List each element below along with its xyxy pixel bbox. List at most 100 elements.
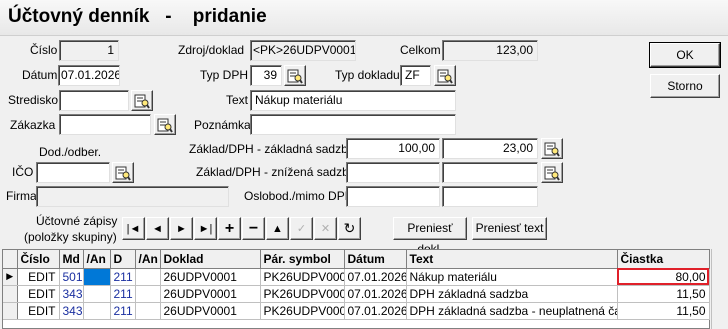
cell-d[interactable]: 211 <box>110 268 136 286</box>
cell-par-symbol[interactable]: PK26UDPV0001 <box>260 285 345 303</box>
col-header-an2[interactable]: /An <box>135 250 161 269</box>
nav-first-button[interactable]: |◄ <box>122 217 145 240</box>
typ-dph-field[interactable]: 39 <box>250 65 282 86</box>
preniest-dokl-button[interactable]: Preniesť dokl. <box>393 217 467 256</box>
cell-datum[interactable]: 07.01.2026 <box>344 268 407 286</box>
ico-field[interactable] <box>36 162 110 183</box>
col-header-datum[interactable]: Dátum <box>344 250 407 269</box>
col-header-md[interactable]: Md <box>59 250 84 269</box>
cell-text[interactable]: DPH základná sadzba <box>406 285 618 303</box>
nav-up-button[interactable]: ▲ <box>266 217 289 240</box>
zaklad-znizena-label: Základ/DPH - znížená sadzba <box>196 165 356 179</box>
text-label: Text <box>226 93 249 107</box>
cislo-label: Číslo <box>30 43 58 57</box>
zaklad-zakladna-field[interactable]: 100,00 <box>346 138 440 159</box>
nav-last-button[interactable]: ►| <box>194 217 217 240</box>
text-field[interactable]: Nákup materiálu <box>250 90 456 111</box>
cell-an2[interactable] <box>135 302 161 320</box>
cell-doklad[interactable]: 26UDPV0001 <box>160 268 261 286</box>
cislo-field: 1 <box>59 40 119 61</box>
col-header-ciastka[interactable]: Čiastka <box>617 250 710 269</box>
col-header-cislo[interactable]: Číslo <box>17 250 60 269</box>
cell-ciastka[interactable]: 11,50 <box>617 285 710 303</box>
col-header-an1[interactable]: /An <box>83 250 111 269</box>
col-header-doklad[interactable]: Doklad <box>160 250 261 269</box>
celkom-label: Celkom <box>400 43 441 57</box>
cell-cislo[interactable]: EDIT <box>17 268 60 286</box>
table-row[interactable]: ▶ EDIT 501 211 26UDPV0001 PK26UDPV0001 0… <box>3 268 710 286</box>
dph-znizena-lookup-button[interactable] <box>541 162 563 183</box>
nav-prev-button[interactable]: ◄ <box>146 217 169 240</box>
poznamka-field[interactable] <box>250 114 456 135</box>
cell-doklad[interactable]: 26UDPV0001 <box>160 302 261 320</box>
table-row[interactable]: EDIT 343 211 26UDPV0001 PK26UDPV0001 07.… <box>3 285 710 303</box>
grid-header: Číslo Md /An D /An Doklad Pár. symbol Dá… <box>3 250 710 269</box>
zakazka-field[interactable] <box>59 114 151 135</box>
section-title: Účtovné zápisy <box>36 214 118 228</box>
preniest-text-button[interactable]: Preniesť text <box>472 217 547 240</box>
oslobod-field[interactable] <box>346 186 440 207</box>
cell-an1[interactable] <box>83 285 111 303</box>
stredisko-field[interactable] <box>59 90 129 111</box>
lookup-icon <box>287 69 303 84</box>
lookup-icon <box>134 94 150 109</box>
zakazka-lookup-button[interactable] <box>154 114 176 135</box>
cell-text[interactable]: DPH základná sadzba - neuplatnená časť <box>406 302 618 320</box>
cell-d[interactable]: 211 <box>110 302 136 320</box>
typ-dph-label: Typ DPH <box>200 68 249 82</box>
zdroj-doklad-field: <PK>26UDPV0001 <box>250 40 356 61</box>
cell-cislo[interactable]: EDIT <box>17 285 60 303</box>
cell-an2[interactable] <box>135 268 161 286</box>
nav-confirm-button[interactable]: ✓ <box>290 217 313 240</box>
cell-datum[interactable]: 07.01.2026 <box>344 302 407 320</box>
zakazka-label: Zákazka <box>10 118 56 132</box>
nav-next-button[interactable]: ► <box>170 217 193 240</box>
cell-d[interactable]: 211 <box>110 285 136 303</box>
table-row[interactable]: EDIT 343 211 26UDPV0001 PK26UDPV0001 07.… <box>3 302 710 320</box>
typ-dokladu-lookup-button[interactable] <box>434 65 456 86</box>
cell-md[interactable]: 343 <box>59 285 84 303</box>
dph-znizena-field[interactable] <box>442 162 538 183</box>
cell-datum[interactable]: 07.01.2026 <box>344 285 407 303</box>
col-header-par-symbol[interactable]: Pár. symbol <box>260 250 345 269</box>
cell-ciastka[interactable]: 80,00 <box>617 268 710 286</box>
dph-zakladna-field[interactable]: 23,00 <box>442 138 538 159</box>
lookup-icon <box>157 118 173 133</box>
datum-field[interactable]: 07.01.2026 <box>58 65 120 86</box>
grid-vertical-scrollbar[interactable] <box>711 249 728 329</box>
cell-md[interactable]: 501 <box>59 268 84 286</box>
ok-button[interactable]: OK <box>650 43 720 67</box>
zaklad-znizena-field[interactable] <box>346 162 440 183</box>
entries-grid[interactable]: Číslo Md /An D /An Doklad Pár. symbol Dá… <box>2 249 710 329</box>
typ-dph-lookup-button[interactable] <box>284 65 306 86</box>
cell-an2[interactable] <box>135 285 161 303</box>
ico-lookup-button[interactable] <box>112 162 134 183</box>
window-titlebar: Účtovný denník - pridanie <box>0 0 728 36</box>
nav-refresh-button[interactable]: ↻ <box>338 217 361 240</box>
oslobod-extra-field[interactable] <box>442 186 538 207</box>
col-header-d[interactable]: D <box>110 250 136 269</box>
cell-md[interactable]: 343 <box>59 302 84 320</box>
cell-ciastka[interactable]: 11,50 <box>617 302 710 320</box>
row-pointer-icon: ▶ <box>3 268 18 286</box>
cell-cislo[interactable]: EDIT <box>17 302 60 320</box>
typ-dokladu-field[interactable]: ZF <box>400 65 431 86</box>
zdroj-doklad-label: Zdroj/doklad <box>178 43 245 57</box>
cell-text[interactable]: Nákup materiálu <box>406 268 618 286</box>
cell-an1[interactable] <box>83 302 111 320</box>
dph-zakladna-lookup-button[interactable] <box>541 138 563 159</box>
storno-button[interactable]: Storno <box>650 74 720 98</box>
cell-par-symbol[interactable]: PK26UDPV0001 <box>260 268 345 286</box>
cell-an1[interactable] <box>83 268 111 286</box>
nav-add-button[interactable]: + <box>218 217 241 240</box>
nav-delete-button[interactable]: − <box>242 217 265 240</box>
cell-par-symbol[interactable]: PK26UDPV0001 <box>260 302 345 320</box>
lookup-icon <box>544 166 560 181</box>
ico-label: IČO <box>12 165 34 179</box>
col-header-text[interactable]: Text <box>406 250 618 269</box>
next-icon: ► <box>176 222 187 235</box>
nav-cancel-button[interactable]: ✕ <box>314 217 337 240</box>
stredisko-lookup-button[interactable] <box>131 90 153 111</box>
cell-doklad[interactable]: 26UDPV0001 <box>160 285 261 303</box>
lookup-icon <box>115 166 131 181</box>
